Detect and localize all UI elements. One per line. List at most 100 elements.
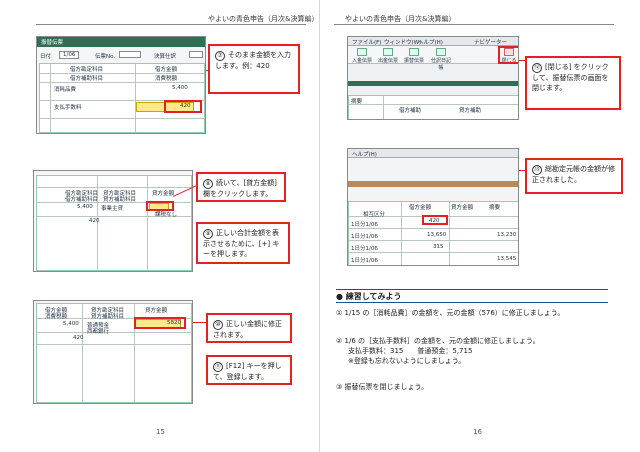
callout-11: ⑪ [F12] キーを押して、登録します。 — [206, 355, 292, 385]
row1-account[interactable]: 消耗品費 — [54, 85, 76, 93]
s5-val4: 315 — [433, 244, 444, 250]
callout-7-text: そのまま金額を入力します。例：420 — [215, 51, 291, 70]
s4-col1: 摘要 — [351, 99, 363, 105]
s2-credit1[interactable]: 事業主貸 — [101, 204, 123, 212]
s5-row3: 1日分1/06 — [351, 246, 378, 252]
slip-no-label: 伝票No. — [95, 54, 116, 60]
s5-val5: 13,545 — [497, 256, 517, 262]
callout-8: ⑧ 続いて、[貸方金額] 欄をクリックします。 — [196, 172, 286, 202]
callout-7-number: ⑦ — [215, 51, 225, 61]
settle-label: 決算仕訳 — [154, 54, 177, 60]
screenshot-credit-amount: 借方勘定科目 借方補助科目 貸方金額 貸方勘定科目 貸方補助科目 5,400 4… — [33, 170, 193, 272]
exercise-q2: ② 1/6 の［支払手数料］の金額を、元の金額に修正しましょう。 — [336, 337, 540, 345]
s5-val2: 13,650 — [427, 232, 447, 238]
running-header-right: やよいの青色申告（月次&決算編） — [345, 15, 456, 23]
menu-help-2[interactable]: ヘルプ(H) — [352, 150, 377, 158]
toolbar: 入金伝票 出金伝票 振替伝票 仕訳日記帳 閉じる — [348, 46, 518, 71]
highlight-box-close — [498, 46, 518, 64]
screenshot-ledger-updated: ヘルプ(H) 借方金額 貸方金額 摘要 相互区分 1日分1/06 420 1日分… — [347, 148, 519, 266]
left-page: やよいの青色申告（月次&決算編） 振替伝票 日付 1/06 伝票No. 決算仕訳… — [0, 0, 320, 452]
s2-val2[interactable]: 420 — [89, 218, 100, 224]
row1-amount[interactable]: 5,400 — [172, 85, 188, 91]
settle-select[interactable] — [189, 51, 203, 58]
s2-col5: 貸方補助科目 — [103, 197, 137, 203]
callout-10-text: 正しい金額に修正されます。 — [213, 320, 282, 339]
s3-col5: 貸方補助科目 — [91, 314, 125, 320]
toolbar-item-2[interactable]: 出金伝票 — [378, 48, 398, 64]
menu-navigator[interactable]: ナビゲーター — [474, 38, 507, 46]
menu-bar-2: ヘルプ(H) — [348, 149, 518, 158]
screenshot-corrected-total: 借方金額 消費税額 貸方勘定科目 貸方補助科目 貸方金額 5,400 普通預金 … — [33, 300, 193, 404]
section-bar — [348, 81, 518, 86]
s2-val1[interactable]: 5,400 — [77, 204, 93, 210]
highlight-box-ledger — [422, 215, 448, 225]
exercise-q3: ③ 振替伝票を閉じましょう。 — [336, 383, 429, 391]
s2-col3: 貸方金額 — [152, 191, 175, 197]
s3-val2[interactable]: 420 — [73, 335, 84, 341]
callout-9: ⑨ 正しい合計金額を表示させるために、[+] キーを押します。 — [196, 222, 290, 264]
highlight-box-credit — [146, 201, 174, 211]
exercise-bottom-rule — [336, 302, 608, 303]
callout-7: ⑦ そのまま金額を入力します。例：420 — [208, 44, 300, 94]
page-number-right: 16 — [473, 428, 482, 436]
header-rule-right — [334, 24, 614, 25]
col-debit-amount: 借方金額 — [155, 67, 178, 73]
header-rule-left — [36, 24, 306, 25]
exercise-title: ● 練習してみよう — [336, 292, 402, 301]
menu-bar: ファイル(F) ウィンドウ(W) ヘルプ(H) ナビゲーター — [348, 37, 518, 46]
s5-row-label: 相互区分 — [363, 212, 386, 218]
row2-account[interactable]: 支払手数料 — [54, 103, 82, 111]
menu-file[interactable]: ファイル(F) — [352, 38, 381, 46]
date-field[interactable]: 1/06 — [59, 51, 80, 59]
callout-9-number: ⑨ — [203, 229, 213, 239]
exercise-q2-note: ※登録も忘れないようにしましょう。 — [348, 357, 466, 365]
screenshot-journal-entry: 振替伝票 日付 1/06 伝票No. 決算仕訳 借方勘定科目 借方補助科目 借方… — [36, 36, 206, 134]
s4-col2: 借方補助 — [399, 108, 422, 114]
toolbar-icon-4 — [436, 48, 446, 56]
window-title: 振替伝票 — [37, 37, 205, 47]
s2-col2: 借方補助科目 — [65, 197, 99, 203]
toolbar-icon-3 — [409, 48, 419, 56]
s3-credit2[interactable]: 西都銀行 — [87, 327, 109, 335]
callout-10: ⑩ 正しい金額に修正されます。 — [206, 313, 292, 343]
s4-col3: 貸方補助 — [459, 108, 482, 114]
toolbar-icon-1 — [357, 48, 367, 56]
callout-9-text: 正しい合計金額を表示させるために、[+] キーを押します。 — [203, 229, 280, 258]
callout-11-text: [F12] キーを押して、登録します。 — [213, 362, 282, 381]
callout-12-number: ⑫ — [532, 63, 542, 73]
callout-13-number: ⑬ — [532, 165, 542, 175]
callout-12: ⑫ [閉じる] をクリックして、振替伝票の画面を閉じます。 — [525, 56, 621, 110]
s5-col3: 摘要 — [489, 205, 501, 211]
date-label: 日付 — [40, 54, 52, 60]
menu-help[interactable]: ヘルプ(H) — [418, 38, 443, 46]
toolbar-item-4[interactable]: 仕訳日記帳 — [430, 48, 452, 71]
callout-12-text: [閉じる] をクリックして、振替伝票の画面を閉じます。 — [532, 63, 609, 92]
highlight-box-total — [134, 317, 186, 329]
callout-10-number: ⑩ — [213, 320, 223, 330]
toolbar-item-3[interactable]: 振替伝票 — [404, 48, 424, 64]
slip-no-field[interactable] — [119, 51, 141, 58]
leader-line-10 — [193, 322, 207, 323]
s3-val1[interactable]: 5,400 — [63, 321, 79, 327]
entry-grid-2: 借方勘定科目 借方補助科目 貸方金額 貸方勘定科目 貸方補助科目 5,400 4… — [36, 175, 192, 271]
s2-note: 課税なし — [155, 212, 178, 218]
ledger-grid: 借方金額 貸方金額 摘要 相互区分 1日分1/06 420 1日分1/06 13… — [348, 201, 518, 265]
callout-8-text: 続いて、[貸方金額] 欄をクリックします。 — [203, 179, 277, 198]
entry-grid: 借方勘定科目 借方補助科目 借方金額 消費税額 消耗品費 5,400 支払手数料… — [39, 63, 205, 133]
s5-row2: 1日分1/06 — [351, 234, 378, 240]
s5-val3: 13,230 — [497, 232, 517, 238]
s5-col2: 貸方金額 — [451, 205, 474, 211]
menu-window[interactable]: ウィンドウ(W) — [384, 38, 421, 46]
s5-col1: 借方金額 — [409, 205, 432, 211]
col-tax: 消費税額 — [155, 76, 178, 82]
callout-13-text: 総勘定元帳の金額が修正されました。 — [532, 165, 615, 184]
callout-13: ⑬ 総勘定元帳の金額が修正されました。 — [525, 158, 623, 194]
exercise-top-rule — [336, 289, 608, 290]
s3-col4: 消費税額 — [45, 314, 68, 320]
col-debit-sub: 借方補助科目 — [70, 76, 104, 82]
s5-row1: 1日分1/06 — [351, 222, 378, 228]
running-header-left: やよいの青色申告（月次&決算編） — [208, 15, 319, 23]
callout-11-number: ⑪ — [213, 362, 223, 372]
toolbar-item-1[interactable]: 入金伝票 — [352, 48, 372, 64]
book-spread: やよいの青色申告（月次&決算編） 振替伝票 日付 1/06 伝票No. 決算仕訳… — [0, 0, 640, 452]
